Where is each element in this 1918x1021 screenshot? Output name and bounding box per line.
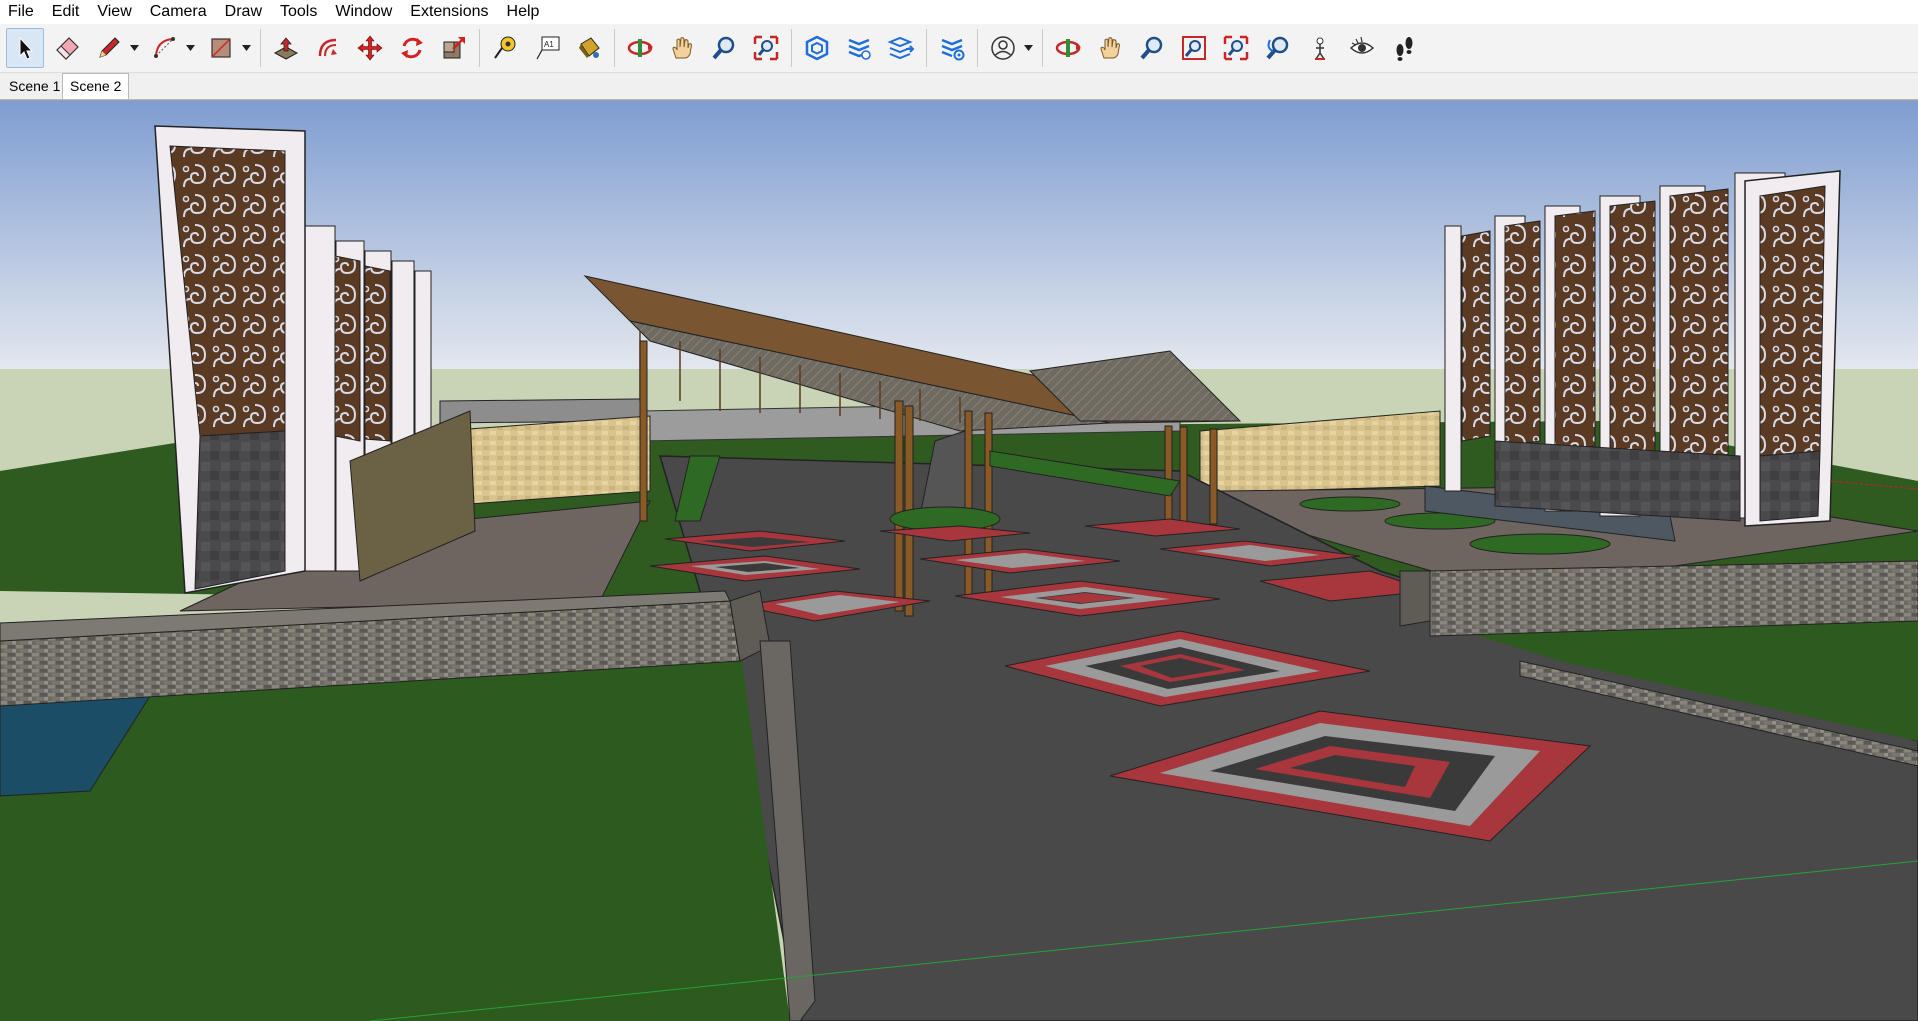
offset-tool[interactable] bbox=[309, 28, 347, 68]
3d-warehouse-button[interactable] bbox=[798, 28, 836, 68]
rectangle-icon bbox=[211, 38, 231, 58]
camera-pan-tool[interactable] bbox=[1091, 28, 1129, 68]
rotate-icon bbox=[401, 37, 423, 59]
text-label-icon: A1 bbox=[536, 36, 560, 60]
eye-icon bbox=[1349, 36, 1375, 54]
previous-view-icon bbox=[1266, 36, 1289, 60]
walk-tool[interactable] bbox=[1385, 28, 1423, 68]
toolbar-separator bbox=[479, 29, 480, 67]
shape-tool[interactable] bbox=[202, 28, 240, 68]
right-decorative-screens bbox=[1444, 170, 1841, 527]
hand-icon bbox=[1100, 37, 1121, 59]
zoom-extents-icon bbox=[1223, 35, 1249, 61]
toolbar-separator bbox=[1042, 29, 1043, 67]
previous-view-tool[interactable] bbox=[1259, 28, 1297, 68]
position-camera-tool[interactable] bbox=[1301, 28, 1339, 68]
zoom-extents-tool[interactable] bbox=[747, 28, 785, 68]
user-account-icon bbox=[991, 36, 1015, 60]
main-toolbar: A1 bbox=[0, 24, 1918, 73]
camera-zoom-extents-tool[interactable] bbox=[1217, 28, 1255, 68]
pan-tool[interactable] bbox=[663, 28, 701, 68]
pencil-tool[interactable] bbox=[90, 28, 128, 68]
push-pull-icon bbox=[273, 37, 299, 60]
paint-bucket-tool[interactable] bbox=[570, 28, 608, 68]
tape-measure-icon bbox=[494, 36, 516, 59]
extension-warehouse-button[interactable] bbox=[840, 28, 878, 68]
camera-orbit-tool[interactable] bbox=[1049, 28, 1087, 68]
menu-extensions[interactable]: Extensions bbox=[401, 0, 497, 24]
scale-icon bbox=[443, 37, 465, 59]
toolbar-separator bbox=[977, 29, 978, 67]
position-camera-icon bbox=[1315, 37, 1325, 60]
extension-manager-button[interactable] bbox=[933, 28, 971, 68]
arc-tool[interactable] bbox=[146, 28, 184, 68]
hand-icon bbox=[672, 37, 693, 59]
toolbar-separator bbox=[791, 29, 792, 67]
extension-manager-icon bbox=[941, 38, 965, 61]
extension-warehouse-icon bbox=[848, 38, 871, 60]
scale-tool[interactable] bbox=[435, 28, 473, 68]
layout-stack-icon bbox=[887, 36, 915, 60]
arc-icon bbox=[154, 37, 175, 58]
arc-dropdown[interactable] bbox=[184, 28, 196, 68]
orbit-icon bbox=[627, 39, 653, 57]
select-tool[interactable] bbox=[6, 28, 44, 68]
warehouse-cube-icon bbox=[805, 35, 829, 61]
orbit-icon bbox=[1055, 39, 1081, 57]
menu-bar: File Edit View Camera Draw Tools Window … bbox=[0, 0, 1918, 24]
retaining-wall-right-corner bbox=[1399, 570, 1431, 627]
chevron-down-icon bbox=[1023, 45, 1033, 51]
eraser-tool[interactable] bbox=[48, 28, 86, 68]
menu-window[interactable]: Window bbox=[326, 0, 401, 24]
menu-camera[interactable]: Camera bbox=[141, 0, 216, 24]
footprints-icon bbox=[1396, 37, 1413, 61]
menu-tools[interactable]: Tools bbox=[271, 0, 326, 24]
toolbar-separator bbox=[926, 29, 927, 67]
push-pull-tool[interactable] bbox=[267, 28, 305, 68]
camera-zoom-tool[interactable] bbox=[1133, 28, 1171, 68]
pencil-icon bbox=[99, 37, 120, 58]
menu-help[interactable]: Help bbox=[498, 0, 549, 24]
toolbar-separator bbox=[260, 29, 261, 67]
menu-view[interactable]: View bbox=[88, 0, 140, 24]
zoom-window-tool[interactable] bbox=[1175, 28, 1213, 68]
rotate-tool[interactable] bbox=[393, 28, 431, 68]
chevron-down-icon bbox=[241, 45, 251, 51]
text-tool[interactable]: A1 bbox=[528, 28, 566, 68]
menu-file[interactable]: File bbox=[0, 0, 43, 24]
zoom-extents-icon bbox=[753, 35, 779, 61]
text-tool-glyph: A1 bbox=[544, 40, 554, 49]
magnifier-icon bbox=[712, 36, 735, 60]
send-to-layout-button[interactable] bbox=[882, 28, 920, 68]
eraser-icon bbox=[56, 37, 79, 60]
zoom-tool[interactable] bbox=[705, 28, 743, 68]
scene-tab-1[interactable]: Scene 1 bbox=[2, 75, 67, 97]
move-arrows-icon bbox=[357, 35, 383, 61]
toolbar-separator bbox=[614, 29, 615, 67]
look-around-tool[interactable] bbox=[1343, 28, 1381, 68]
scene-tab-2[interactable]: Scene 2 bbox=[62, 73, 130, 99]
shape-dropdown[interactable] bbox=[240, 28, 252, 68]
magnifier-icon bbox=[1140, 36, 1163, 60]
account-button[interactable] bbox=[984, 28, 1022, 68]
menu-draw[interactable]: Draw bbox=[216, 0, 271, 24]
3d-model-scene[interactable] bbox=[0, 101, 1918, 1021]
scene-tabs-bar: Scene 1 Scene 2 bbox=[0, 73, 1918, 100]
select-arrow-icon bbox=[19, 36, 34, 60]
orbit-tool[interactable] bbox=[621, 28, 659, 68]
model-viewport[interactable] bbox=[0, 100, 1918, 1021]
chevron-down-icon bbox=[185, 45, 195, 51]
paint-bucket-icon bbox=[579, 37, 600, 58]
chevron-down-icon bbox=[129, 45, 139, 51]
tape-measure-tool[interactable] bbox=[486, 28, 524, 68]
pencil-dropdown[interactable] bbox=[128, 28, 140, 68]
zoom-window-icon bbox=[1182, 36, 1206, 60]
menu-edit[interactable]: Edit bbox=[43, 0, 89, 24]
offset-icon bbox=[318, 38, 337, 57]
account-dropdown[interactable] bbox=[1022, 28, 1034, 68]
move-tool[interactable] bbox=[351, 28, 389, 68]
